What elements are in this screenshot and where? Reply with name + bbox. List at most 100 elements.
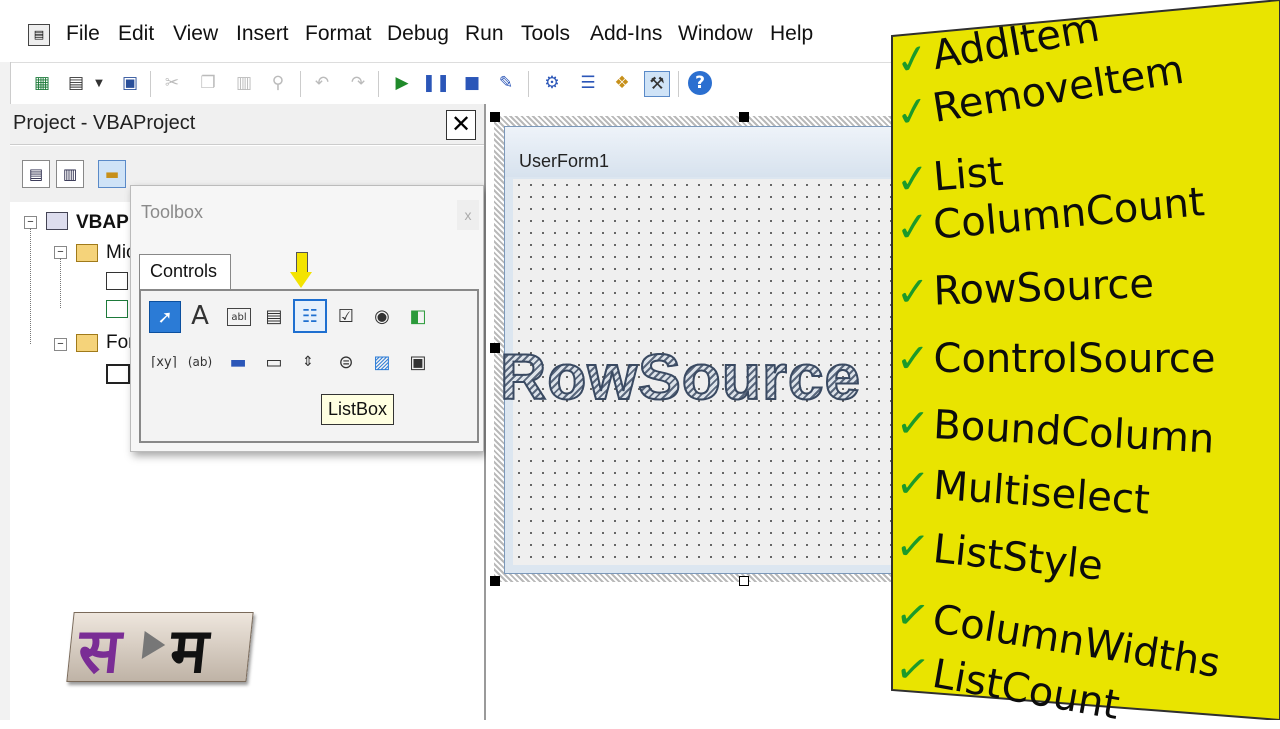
tab-controls-label: Controls	[150, 261, 218, 281]
check-icon: ✓	[892, 644, 934, 696]
tabstrip-icon[interactable]: ▬	[223, 347, 253, 377]
toolbar-separator	[300, 71, 301, 97]
dropdown-arrow-icon[interactable]: ▼	[92, 71, 106, 95]
check-icon: ✓	[892, 34, 934, 86]
menu-insert[interactable]: Insert	[236, 22, 289, 46]
combobox-icon[interactable]: ▤	[259, 301, 289, 331]
controls-panel: ➚ A abl ▤ ☷ ☑ ◉ ◧ ⌈xy⌉ (ab) ▬ ▭ ⇕ ⊜ ▨ ▣	[139, 289, 479, 443]
check-icon: ✓	[895, 268, 931, 316]
view-code-icon[interactable]: ▤	[22, 160, 50, 188]
listbox-tooltip: ListBox	[321, 394, 395, 425]
commandbutton-icon[interactable]: (ab)	[185, 347, 215, 377]
menu-help[interactable]: Help	[770, 22, 813, 46]
project-explorer-icon[interactable]: ⚙	[540, 71, 564, 95]
toolbox-window: Toolbox x Controls ➚ A abl ▤ ☷ ☑ ◉ ◧ ⌈xy…	[130, 185, 484, 452]
redo-icon[interactable]: ↷	[346, 71, 370, 95]
togglebutton-icon[interactable]: ◧	[403, 301, 433, 331]
topic-item: ✓RowSource	[895, 261, 1155, 316]
cut-icon[interactable]: ✂	[160, 71, 184, 95]
tree-line	[60, 258, 61, 308]
save-icon[interactable]: ▣	[118, 71, 142, 95]
frame-icon[interactable]: ⌈xy⌉	[149, 347, 179, 377]
userform-caption: UserForm1	[519, 151, 610, 171]
logo-letter-left: स	[74, 614, 125, 687]
view-object-icon[interactable]: ▥	[56, 160, 84, 188]
check-icon: ✓	[894, 460, 932, 509]
project-explorer-titlebar: Project - VBAProject ✕	[10, 104, 484, 145]
excel-icon[interactable]: ▦	[30, 71, 54, 95]
toolbox-title: Toolbox	[141, 202, 204, 222]
vba-app-icon[interactable]: ▤	[28, 24, 50, 46]
menu-file[interactable]: File	[66, 22, 100, 46]
refedit-icon[interactable]: ▣	[403, 347, 433, 377]
topics-panel: ✓AddItem ✓RemoveItem ✓List ✓ColumnCount …	[890, 0, 1280, 729]
optionbutton-icon[interactable]: ◉	[367, 301, 397, 331]
paste-icon[interactable]: ▥	[232, 71, 256, 95]
label-icon[interactable]: A	[185, 301, 215, 331]
copy-icon[interactable]: ❐	[196, 71, 220, 95]
close-icon[interactable]: ✕	[446, 110, 476, 140]
spinbutton-icon[interactable]: ⊜	[331, 347, 361, 377]
listbox-icon[interactable]: ☷	[293, 299, 327, 333]
run-icon[interactable]: ▶	[390, 71, 414, 95]
userform-titlebar: UserForm1	[505, 127, 897, 177]
checkbox-icon[interactable]: ☑	[331, 301, 361, 331]
object-browser-icon[interactable]: ❖	[610, 71, 634, 95]
toolbar-separator	[678, 71, 679, 97]
menu-run[interactable]: Run	[465, 22, 504, 46]
vba-project-icon	[46, 212, 68, 230]
collapse-icon[interactable]: −	[54, 338, 67, 351]
folder-icon	[76, 244, 98, 262]
logo-letter-right: म	[166, 614, 212, 687]
check-icon: ✓	[893, 203, 932, 252]
properties-window-icon[interactable]: ☰	[576, 71, 600, 95]
topic-item: ✓ ControlSource	[896, 336, 1216, 382]
image-icon[interactable]: ▨	[367, 347, 397, 377]
resize-handle[interactable]	[490, 343, 500, 353]
toggle-folders-icon[interactable]: ▬	[98, 160, 126, 188]
folder-icon	[76, 334, 98, 352]
topic-item: ✓List	[893, 148, 1006, 204]
menu-tools[interactable]: Tools	[521, 22, 570, 46]
check-icon: ✓	[892, 87, 933, 138]
check-icon: ✓	[893, 522, 932, 572]
toolbar-separator	[378, 71, 379, 97]
reset-icon[interactable]: ■	[460, 71, 484, 95]
tree-node-vbaproject[interactable]: VBAPr	[76, 212, 136, 234]
insert-userform-icon[interactable]: ▤	[64, 71, 88, 95]
resize-handle[interactable]	[739, 112, 749, 122]
menu-view[interactable]: View	[173, 22, 218, 46]
multipage-icon[interactable]: ▭	[259, 347, 289, 377]
toolbar-separator	[150, 71, 151, 97]
workbook-icon	[106, 300, 128, 318]
menu-add-ins[interactable]: Add-Ins	[590, 22, 662, 46]
design-mode-icon[interactable]: ✎	[494, 71, 518, 95]
select-objects-icon[interactable]: ➚	[149, 301, 181, 333]
overlay-rowsource-text: RowSource	[499, 340, 862, 414]
scrollbar-icon[interactable]: ⇕	[293, 347, 323, 377]
check-icon: ✓	[893, 155, 932, 204]
undo-icon[interactable]: ↶	[310, 71, 334, 95]
menu-edit[interactable]: Edit	[118, 22, 154, 46]
toolbox-icon[interactable]: ⚒	[644, 71, 670, 97]
toolbox-close-icon[interactable]: x	[457, 200, 479, 230]
toolbar-separator	[528, 71, 529, 97]
check-icon: ✓	[896, 336, 930, 382]
break-icon[interactable]: ❚❚	[422, 71, 451, 95]
menu-window[interactable]: Window	[678, 22, 753, 46]
menu-format[interactable]: Format	[305, 22, 372, 46]
channel-logo: स म	[66, 612, 254, 687]
help-icon[interactable]: ?	[688, 71, 712, 95]
resize-handle[interactable]	[490, 112, 500, 122]
tree-line	[30, 228, 31, 344]
tab-controls[interactable]: Controls	[139, 254, 231, 291]
textbox-icon[interactable]: abl	[227, 308, 251, 326]
check-icon: ✓	[894, 400, 931, 448]
find-icon[interactable]: ⚲	[266, 71, 290, 95]
project-explorer-title: Project - VBAProject	[13, 112, 196, 134]
menu-debug[interactable]: Debug	[387, 22, 449, 46]
resize-handle[interactable]	[490, 576, 500, 586]
sheet-icon	[106, 272, 128, 290]
resize-handle[interactable]	[739, 576, 749, 586]
play-icon	[141, 631, 167, 659]
